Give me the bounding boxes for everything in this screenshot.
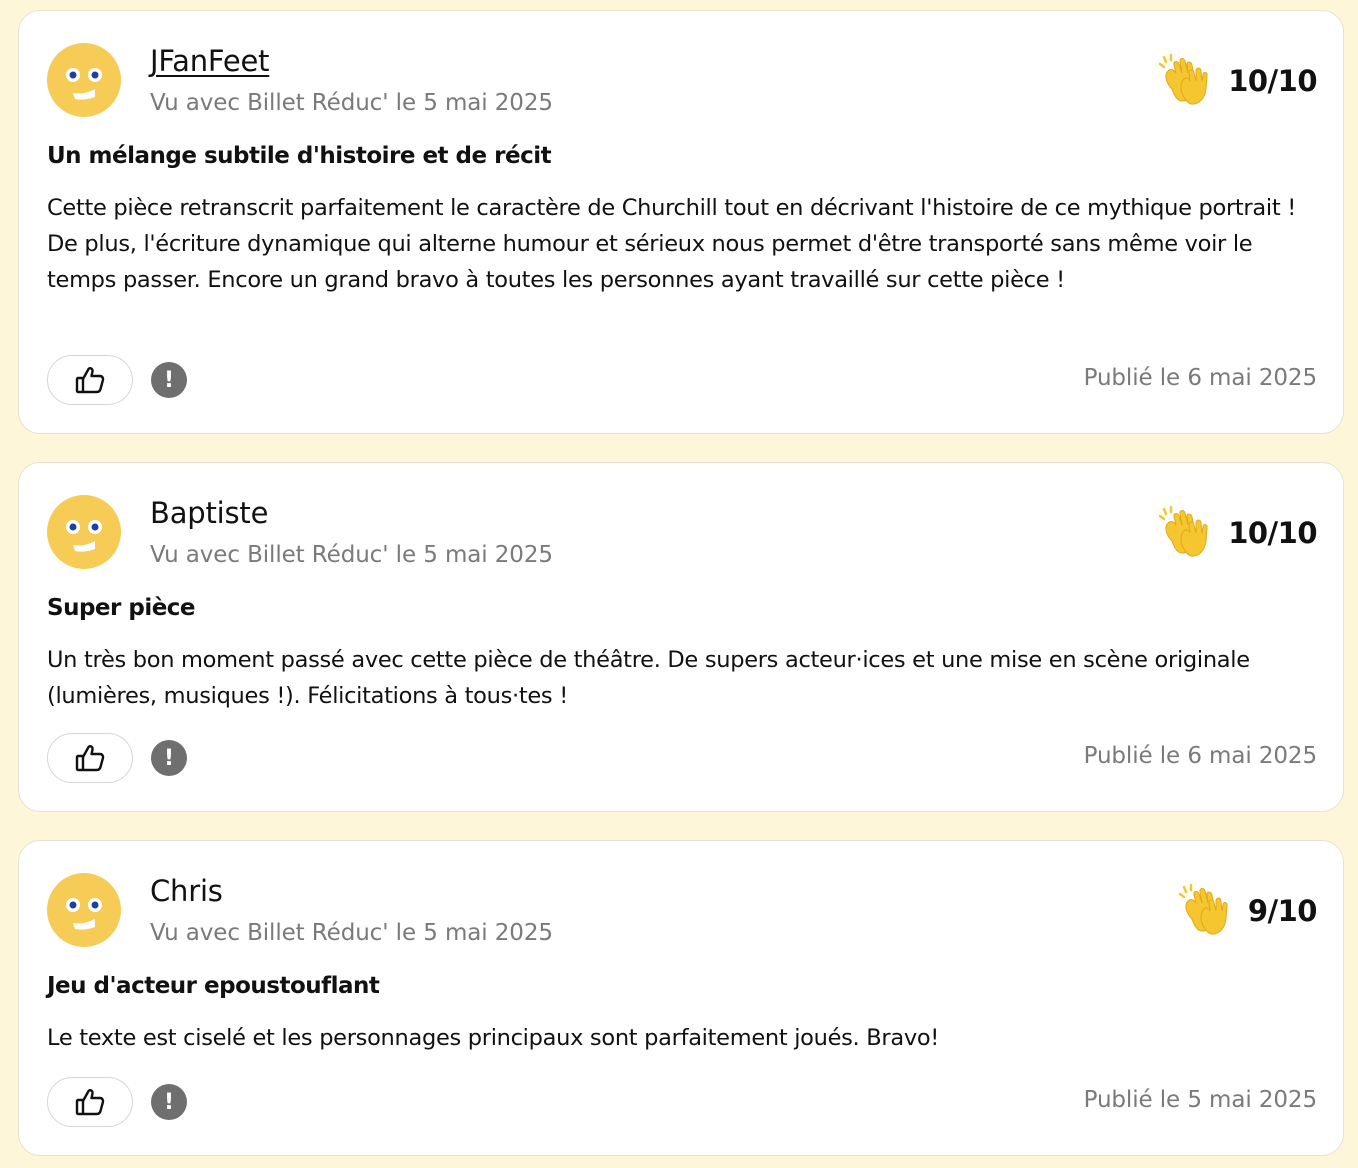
published-date: Publié le 6 mai 2025 bbox=[1083, 743, 1318, 769]
thumbs-up-icon bbox=[75, 1089, 105, 1116]
published-date: Publié le 6 mai 2025 bbox=[1083, 365, 1318, 391]
report-button[interactable]: ! bbox=[151, 1084, 187, 1120]
seen-with-date: Vu avec Billet Réduc' le 5 mai 2025 bbox=[150, 90, 553, 116]
rating: 9/10 bbox=[1178, 883, 1318, 939]
rating-value: 9/10 bbox=[1247, 894, 1318, 928]
like-button[interactable] bbox=[47, 733, 133, 783]
clapping-hands-icon bbox=[1158, 53, 1208, 105]
published-date: Publié le 5 mai 2025 bbox=[1083, 1087, 1318, 1113]
clapping-hands-icon bbox=[1158, 505, 1208, 557]
smiley-avatar-icon bbox=[47, 43, 121, 117]
rating-value: 10/10 bbox=[1228, 64, 1317, 98]
thumbs-up-icon bbox=[75, 745, 105, 772]
review-card: Baptiste Vu avec Billet Réduc' le 5 mai … bbox=[18, 462, 1344, 812]
report-button[interactable]: ! bbox=[151, 740, 187, 776]
review-body: Cette pièce retranscrit parfaitement le … bbox=[47, 195, 1296, 293]
seen-with-date: Vu avec Billet Réduc' le 5 mai 2025 bbox=[150, 920, 553, 946]
rating: 10/10 bbox=[1158, 53, 1317, 109]
seen-with-date: Vu avec Billet Réduc' le 5 mai 2025 bbox=[150, 542, 553, 568]
rating-value: 10/10 bbox=[1228, 516, 1317, 550]
author-name-link[interactable]: JFanFeet bbox=[150, 44, 269, 78]
smiley-avatar-icon bbox=[47, 873, 121, 947]
like-button[interactable] bbox=[47, 355, 133, 405]
review-card: JFanFeet Vu avec Billet Réduc' le 5 mai … bbox=[18, 10, 1344, 434]
rating: 10/10 bbox=[1158, 505, 1317, 561]
thumbs-up-icon bbox=[75, 367, 105, 394]
author-name: Baptiste bbox=[150, 496, 269, 530]
review-body: Un très bon moment passé avec cette pièc… bbox=[47, 647, 1250, 709]
clapping-hands-icon bbox=[1178, 883, 1228, 935]
report-button[interactable]: ! bbox=[151, 362, 187, 398]
review-title: Jeu d'acteur epoustouflant bbox=[47, 973, 380, 999]
author-name: Chris bbox=[150, 874, 223, 908]
review-card: Chris Vu avec Billet Réduc' le 5 mai 202… bbox=[18, 840, 1344, 1156]
review-title: Un mélange subtile d'histoire et de réci… bbox=[47, 143, 552, 169]
smiley-avatar-icon bbox=[47, 495, 121, 569]
review-body: Le texte est ciselé et les personnages p… bbox=[47, 1025, 940, 1051]
like-button[interactable] bbox=[47, 1077, 133, 1127]
review-title: Super pièce bbox=[47, 595, 196, 621]
